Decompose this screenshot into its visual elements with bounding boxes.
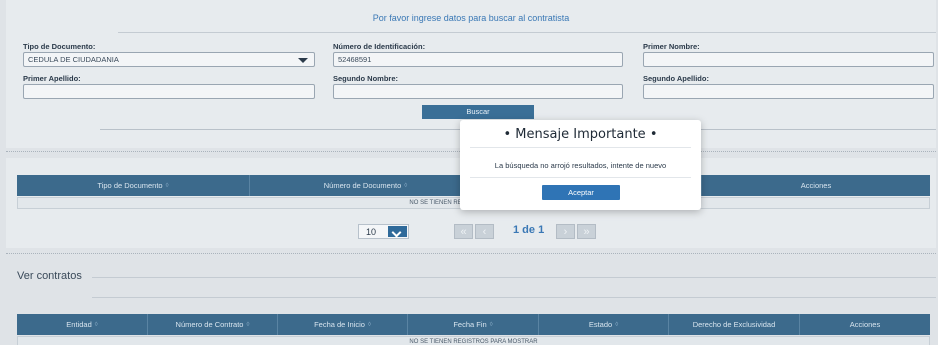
column-header-entidad[interactable]: Entidad ◊	[17, 314, 148, 335]
sort-icon: ◊	[615, 321, 619, 328]
numero-identificacion-input[interactable]: 52468591	[333, 52, 623, 67]
prev-page-icon[interactable]: ‹	[475, 224, 494, 239]
divider	[470, 177, 691, 178]
column-header-numero-documento[interactable]: Número de Documento ◊	[250, 175, 482, 196]
divider	[92, 277, 936, 278]
aceptar-button[interactable]: Aceptar	[542, 185, 620, 200]
tipo-documento-select[interactable]: CEDULA DE CIUDADANIA	[23, 52, 315, 67]
column-header-derecho-exclusividad: Derecho de Exclusividad	[669, 314, 800, 335]
dialog-message: La búsqueda no arrojó resultados, intent…	[494, 161, 667, 170]
sort-icon: ◊	[367, 321, 371, 328]
buscar-button[interactable]: Buscar	[422, 105, 534, 119]
sort-icon: ◊	[94, 321, 98, 328]
last-page-icon[interactable]: »	[577, 224, 596, 239]
dialog-title: • Mensaje Importante •	[503, 127, 658, 142]
numero-identificacion-label: Número de Identificación:	[333, 42, 426, 51]
contracts-title: Ver contratos	[17, 270, 82, 282]
page-size-select[interactable]: 10	[358, 224, 409, 239]
page-size-value: 10	[366, 227, 377, 237]
column-header-acciones: Acciones	[800, 181, 832, 190]
next-page-icon[interactable]: ›	[556, 224, 575, 239]
primer-apellido-label: Primer Apellido:	[23, 74, 81, 83]
tipo-documento-label: Tipo de Documento:	[23, 42, 96, 51]
primer-apellido-input[interactable]	[23, 84, 315, 99]
chevron-down-icon	[298, 58, 308, 63]
page: Por favor ingrese datos para buscar al c…	[0, 0, 938, 345]
search-instruction: Por favor ingrese datos para buscar al c…	[372, 13, 570, 23]
column-header-estado[interactable]: Estado ◊	[539, 314, 669, 335]
column-header-acciones: Acciones	[849, 320, 881, 329]
column-header-fecha-inicio[interactable]: Fecha de Inicio ◊	[278, 314, 408, 335]
segundo-nombre-label: Segundo Nombre:	[333, 74, 398, 83]
contracts-table-header: Entidad ◊ Número de Contrato ◊ Fecha de In…	[17, 314, 930, 335]
primer-nombre-label: Primer Nombre:	[643, 42, 700, 51]
divider	[118, 32, 936, 33]
segundo-nombre-input[interactable]	[333, 84, 623, 99]
divider	[92, 297, 936, 298]
sort-icon: ◊	[404, 182, 408, 189]
column-header-numero-contrato[interactable]: Número de Contrato ◊	[148, 314, 278, 335]
empty-contracts-row: NO SE TIENEN REGISTROS PARA MOSTRAR	[17, 336, 930, 345]
sort-icon: ◊	[489, 321, 493, 328]
primer-nombre-input[interactable]	[643, 52, 934, 67]
section-separator	[6, 253, 936, 258]
important-message-dialog: • Mensaje Importante • La búsqueda no ar…	[460, 120, 701, 210]
divider	[470, 147, 691, 148]
segundo-apellido-input[interactable]	[643, 84, 934, 99]
column-header-fecha-fin[interactable]: Fecha Fin ◊	[408, 314, 539, 335]
chevron-down-icon	[388, 226, 407, 237]
sort-icon: ◊	[165, 182, 169, 189]
page-indicator: 1 de 1	[513, 224, 545, 236]
sort-icon: ◊	[246, 321, 250, 328]
tipo-documento-value: CEDULA DE CIUDADANIA	[28, 55, 119, 64]
segundo-apellido-label: Segundo Apellido:	[643, 74, 709, 83]
first-page-icon[interactable]: «	[454, 224, 473, 239]
column-header-tipo-documento[interactable]: Tipo de Documento ◊	[17, 175, 250, 196]
